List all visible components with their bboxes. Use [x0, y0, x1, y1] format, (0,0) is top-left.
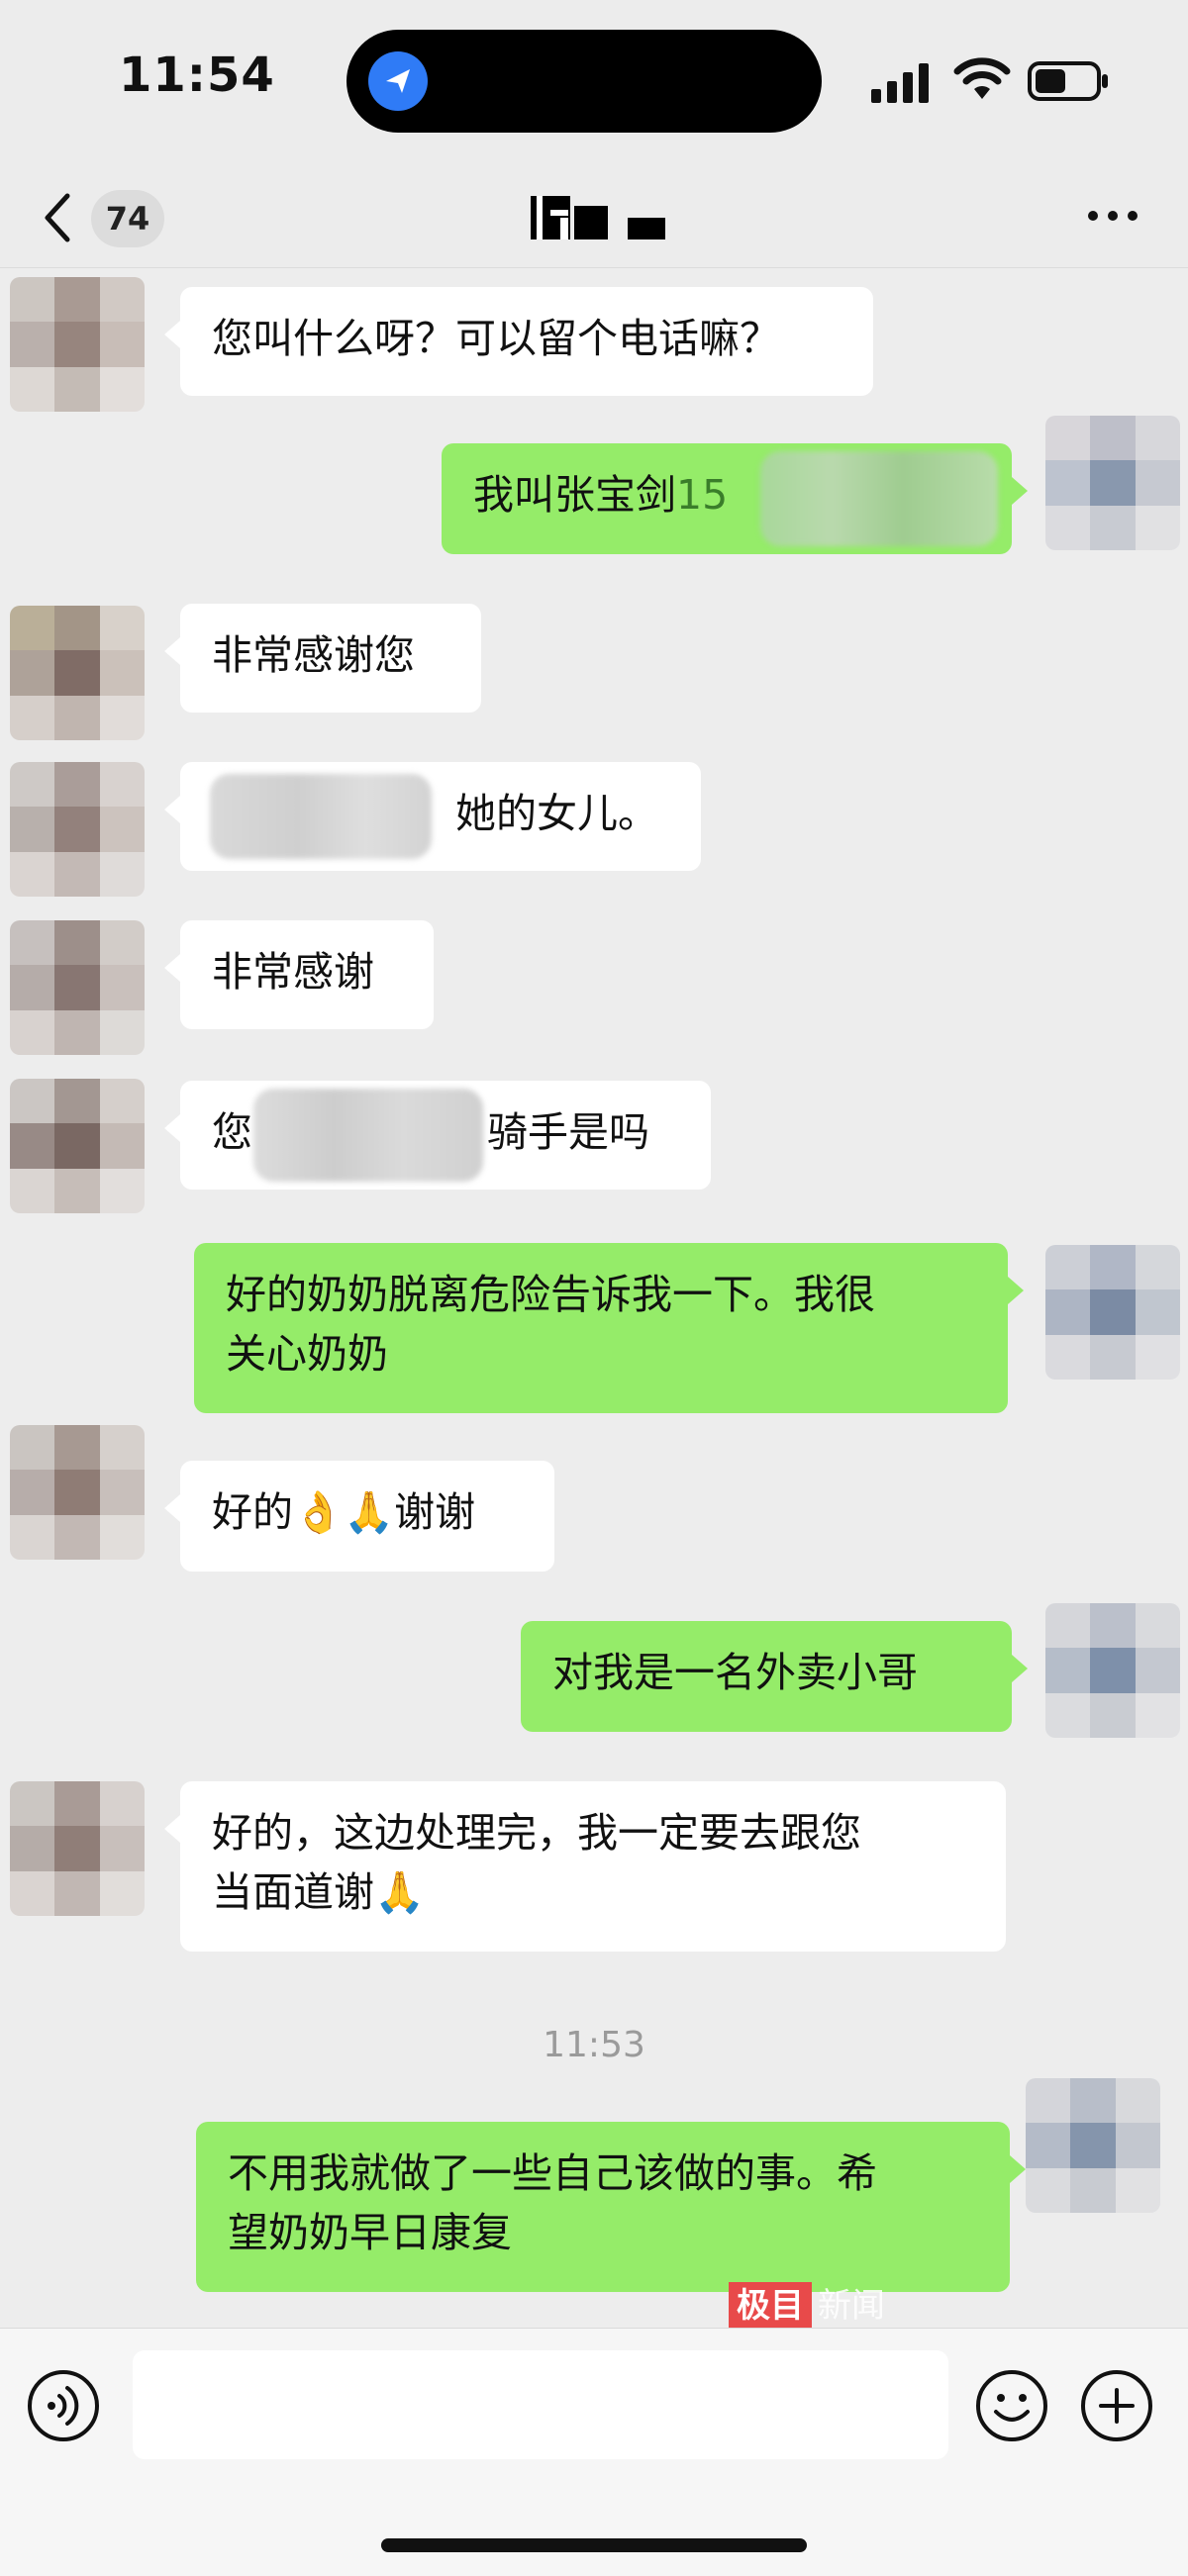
home-indicator — [381, 2538, 807, 2552]
outgoing-message[interactable]: 我叫张宝剑15 — [442, 443, 1028, 554]
message-text: 好的👌🙏谢谢 — [212, 1488, 476, 1536]
message-text: 对我是一名外卖小哥 — [552, 1649, 918, 1696]
phone-number-prefix: 15 — [676, 471, 729, 519]
incoming-message[interactable]: 好的，这边处理完，我一定要去跟您 当面道谢🙏 — [164, 1781, 1006, 1952]
emoji-icon[interactable] — [974, 2368, 1049, 2443]
message-text-line: 好的奶奶脱离危险告诉我一下。我很 — [226, 1271, 875, 1318]
incoming-message[interactable]: 她的女儿。 — [164, 762, 701, 871]
message-text-line: 关心奶奶 — [226, 1330, 388, 1378]
message-text-line: 望奶奶早日康复 — [228, 2209, 512, 2256]
message-text: 我叫张宝剑 — [473, 471, 676, 519]
message-text-end: 骑手是吗 — [487, 1108, 649, 1156]
message-text-start: 您 — [212, 1108, 252, 1156]
add-icon[interactable] — [1079, 2368, 1154, 2443]
message-text: 她的女儿。 — [455, 790, 658, 837]
chat-timestamp: 11:53 — [543, 2025, 645, 2065]
redacted-chat-title — [531, 196, 665, 239]
my-avatar[interactable] — [1045, 1245, 1180, 1380]
dynamic-island — [346, 30, 822, 133]
incoming-message[interactable]: 非常感谢您 — [164, 604, 481, 713]
redacted-name — [210, 774, 432, 859]
contact-avatar[interactable] — [10, 1079, 145, 1213]
battery-icon — [1028, 61, 1108, 101]
news-watermark: 极目 新闻 — [729, 2282, 885, 2330]
voice-icon[interactable] — [26, 2368, 101, 2443]
contact-avatar[interactable] — [10, 762, 145, 897]
watermark-logo: 极目 — [729, 2282, 812, 2330]
outgoing-message[interactable]: 对我是一名外卖小哥 — [521, 1621, 1028, 1732]
incoming-message[interactable]: 非常感谢 — [164, 920, 434, 1029]
status-time: 11:54 — [119, 48, 275, 103]
more-icon[interactable] — [1083, 204, 1142, 228]
outgoing-message[interactable]: 好的奶奶脱离危险告诉我一下。我很 关心奶奶 — [194, 1243, 1024, 1413]
contact-avatar[interactable] — [10, 1781, 145, 1916]
cellular-signal-icon — [871, 63, 929, 103]
incoming-message[interactable]: 好的👌🙏谢谢 — [164, 1461, 554, 1572]
back-chevron-icon[interactable] — [38, 188, 77, 247]
message-text: 非常感谢您 — [212, 631, 415, 679]
redacted-phone-number — [760, 451, 998, 546]
redacted-text — [253, 1089, 483, 1182]
incoming-message[interactable]: 您 骑手是吗 — [164, 1081, 711, 1190]
my-avatar[interactable] — [1026, 2078, 1160, 2213]
message-text-line: 好的，这边处理完，我一定要去跟您 — [212, 1809, 861, 1857]
incoming-message[interactable]: 您叫什么呀？可以留个电话嘛？ — [164, 287, 873, 396]
status-bar: 11:54 — [0, 0, 1188, 168]
my-avatar[interactable] — [1045, 416, 1180, 550]
navigation-app-icon — [368, 51, 428, 111]
message-text-line: 当面道谢🙏 — [212, 1868, 426, 1916]
my-avatar[interactable] — [1045, 1603, 1180, 1738]
unread-count-badge[interactable]: 74 — [91, 190, 164, 247]
contact-avatar[interactable] — [10, 606, 145, 740]
message-input[interactable] — [133, 2350, 948, 2459]
message-text: 非常感谢 — [212, 948, 374, 996]
message-text: 您叫什么呀？可以留个电话嘛？ — [212, 315, 780, 362]
contact-avatar[interactable] — [10, 277, 145, 412]
wifi-icon — [953, 57, 1011, 99]
chat-input-bar — [0, 2328, 1188, 2576]
outgoing-message[interactable]: 不用我就做了一些自己该做的事。希 望奶奶早日康复 — [196, 2122, 1026, 2292]
message-text-line: 不用我就做了一些自己该做的事。希 — [228, 2149, 877, 2197]
watermark-text: 新闻 — [818, 2286, 885, 2326]
chat-nav-bar: 74 — [0, 168, 1188, 268]
contact-avatar[interactable] — [10, 1425, 145, 1560]
contact-avatar[interactable] — [10, 920, 145, 1055]
